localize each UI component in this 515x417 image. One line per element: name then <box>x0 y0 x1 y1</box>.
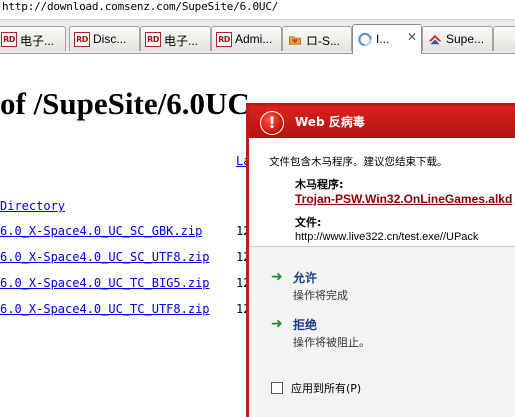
tab-2[interactable]: RD Disc... <box>69 26 140 51</box>
tab-label: Supe... <box>446 32 485 46</box>
tab-8-partial[interactable] <box>493 26 515 51</box>
close-tab-icon[interactable]: ✕ <box>407 30 417 44</box>
tab-label: 电子... <box>164 34 199 48</box>
rd-icon: RD <box>1 32 17 47</box>
tab-6-active[interactable]: I... ✕ <box>352 24 422 54</box>
block-action-label[interactable]: 拒绝 <box>293 316 317 333</box>
file-link[interactable]: 6.0_X-Space4.0_UC_TC_UTF8.zip <box>0 302 210 316</box>
address-url[interactable]: http://download.comsenz.com/SupeSite/6.0… <box>2 0 278 13</box>
warning-icon: ! <box>260 111 284 135</box>
loading-icon <box>358 32 372 47</box>
allow-action[interactable]: ➜ 允许 操作将完成 <box>271 269 471 303</box>
block-action-desc: 操作将被阻止。 <box>293 336 370 349</box>
apply-to-all-label: 应用到所有(P) <box>291 382 362 395</box>
apply-to-all-checkbox[interactable]: 应用到所有(P) <box>271 380 421 396</box>
file-link[interactable]: 6.0_X-Space4.0_UC_SC_GBK.zip <box>0 224 202 238</box>
tab-1[interactable]: RD 电子... <box>0 26 66 51</box>
tab-label: 电子... <box>20 34 55 48</box>
alert-titlebar: ! Web 反病毒 <box>249 106 515 138</box>
trojan-label: 木马程序: <box>295 178 344 191</box>
checkbox[interactable] <box>271 382 283 394</box>
parent-directory-link[interactable]: Directory <box>0 199 65 213</box>
page-title: of /SupeSite/6.0UC <box>0 86 250 121</box>
rd-icon: RD <box>145 32 161 47</box>
allow-action-desc: 操作将完成 <box>293 289 348 302</box>
block-action[interactable]: ➜ 拒绝 操作将被阻止。 <box>271 316 471 350</box>
tab-3[interactable]: RD 电子... <box>140 26 211 51</box>
rd-icon: RD <box>74 32 90 47</box>
tab-label: Admi... <box>235 32 273 46</box>
arrow-right-icon: ➜ <box>271 316 283 332</box>
tab-bar: RD 电子... RD Disc... RD 电子... RD Admi... … <box>0 20 515 54</box>
file-label: 文件: <box>295 216 322 229</box>
tab-label: Disc... <box>93 32 127 46</box>
file-url: http://www.live322.cn/test.exe//UPack <box>295 231 479 243</box>
file-link[interactable]: 6.0_X-Space4.0_UC_SC_UTF8.zip <box>0 250 210 264</box>
tab-7[interactable]: Supe... <box>422 26 493 51</box>
alert-actions: ➜ 允许 操作将完成 ➜ 拒绝 操作将被阻止。 应用到所有(P) <box>249 247 515 417</box>
file-link[interactable]: 6.0_X-Space4.0_UC_TC_BIG5.zip <box>0 276 210 290</box>
supesite-icon <box>428 34 442 45</box>
tab-4[interactable]: RD Admi... <box>211 26 282 51</box>
tab-5[interactable]: ロ-S... <box>282 26 352 51</box>
alert-message: 文件包含木马程序。建议您结束下载。 <box>269 156 448 168</box>
alert-title: Web 反病毒 <box>295 115 365 129</box>
address-bar[interactable]: http://download.comsenz.com/SupeSite/6.0… <box>0 0 515 20</box>
tab-label: I... <box>376 32 390 46</box>
trojan-name-link[interactable]: Trojan-PSW.Win32.OnLineGames.alkd <box>295 192 512 206</box>
alert-details: 文件包含木马程序。建议您结束下载。 木马程序: Trojan-PSW.Win32… <box>249 138 515 246</box>
allow-action-label[interactable]: 允许 <box>293 269 317 286</box>
tab-label: ロ-S... <box>306 34 341 48</box>
rd-icon: RD <box>216 32 232 47</box>
antivirus-alert-window: ! Web 反病毒 文件包含木马程序。建议您结束下载。 木马程序: Trojan… <box>246 103 515 417</box>
folder-heart-icon <box>289 36 301 45</box>
arrow-right-icon: ➜ <box>271 269 283 285</box>
